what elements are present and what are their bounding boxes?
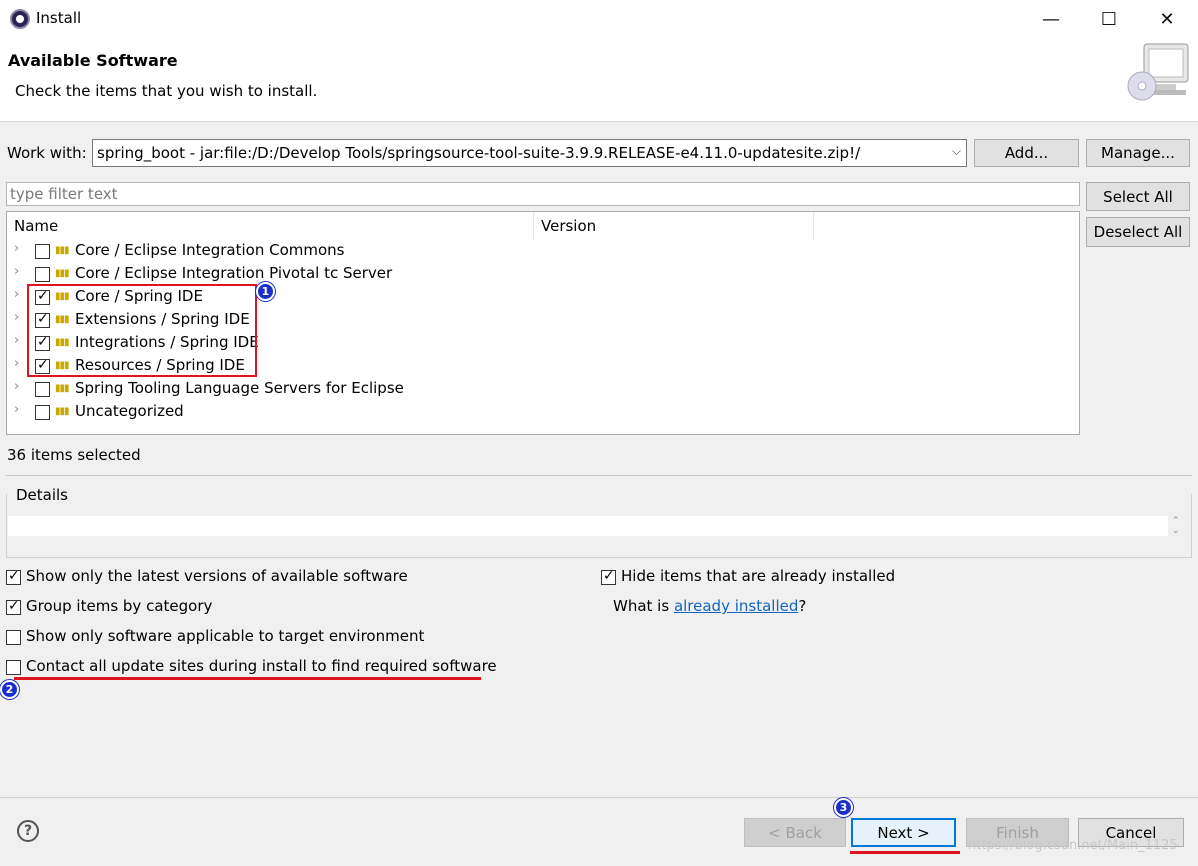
watermark-text: https://blog.csdn.net/Main_1125 (968, 838, 1178, 853)
column-header-version[interactable]: Version (534, 212, 814, 240)
footer-divider (0, 797, 1198, 798)
page-description: Check the items that you wish to install… (15, 82, 318, 100)
annotation-badge-2: 2 (0, 680, 19, 699)
package-icon: ▮▮▮ (55, 268, 69, 279)
chevron-right-icon[interactable]: › (14, 287, 19, 302)
latest-versions-label: Show only the latest versions of availab… (26, 567, 408, 585)
minimize-button[interactable]: — (1022, 0, 1080, 38)
tree-row[interactable]: › ▮▮▮ Core / Eclipse Integration Pivotal… (7, 263, 1079, 286)
work-with-combo[interactable]: spring_boot - jar:file:/D:/Develop Tools… (92, 139, 967, 167)
chevron-right-icon[interactable]: › (14, 264, 19, 279)
chevron-right-icon[interactable]: › (14, 310, 19, 325)
latest-versions-option[interactable]: Show only the latest versions of availab… (6, 567, 506, 589)
group-by-category-checkbox[interactable] (6, 598, 21, 615)
column-header-name[interactable]: Name (7, 212, 534, 240)
annotation-box-spring-ide (27, 284, 257, 377)
contact-sites-label: Contact all update sites during install … (26, 657, 497, 675)
details-label: Details (15, 486, 70, 504)
chevron-right-icon[interactable]: › (14, 379, 19, 394)
back-button[interactable]: < Back (744, 818, 846, 847)
row-label: Core / Eclipse Integration Pivotal tc Se… (75, 264, 393, 282)
manage-sites-button[interactable]: Manage... (1086, 139, 1190, 167)
row-checkbox[interactable] (35, 382, 50, 397)
select-all-button[interactable]: Select All (1086, 182, 1190, 211)
tree-row[interactable]: › ▮▮▮ Core / Eclipse Integration Commons (7, 240, 1079, 263)
close-button[interactable]: ✕ (1138, 0, 1196, 38)
title-bar (0, 0, 1198, 38)
annotation-badge-3: 3 (834, 798, 853, 817)
install-monitor-icon (1127, 43, 1189, 101)
scroll-arrows-icon[interactable]: ⌃ ⌄ (1172, 516, 1180, 536)
add-site-button[interactable]: Add... (974, 139, 1079, 167)
deselect-all-button[interactable]: Deselect All (1086, 217, 1190, 247)
page-title: Available Software (8, 51, 178, 70)
group-by-category-option[interactable]: Group items by category (6, 597, 506, 619)
target-env-label: Show only software applicable to target … (26, 627, 425, 645)
what-is-prefix: What is (613, 597, 674, 615)
contact-sites-checkbox[interactable] (6, 660, 21, 675)
package-icon: ▮▮▮ (55, 406, 69, 417)
row-checkbox[interactable] (35, 244, 50, 259)
maximize-button[interactable]: ☐ (1080, 0, 1138, 38)
latest-versions-checkbox[interactable] (6, 568, 21, 585)
help-icon[interactable]: ? (17, 820, 39, 842)
next-button[interactable]: Next > (851, 818, 956, 847)
row-checkbox[interactable] (35, 267, 50, 282)
work-with-value: spring_boot - jar:file:/D:/Develop Tools… (97, 144, 861, 162)
hide-installed-label: Hide items that are already installed (621, 567, 896, 585)
selected-count: 36 items selected (7, 446, 141, 464)
already-installed-link[interactable]: already installed (674, 597, 798, 615)
window-title: Install (36, 9, 82, 27)
header-banner (0, 38, 1198, 122)
filter-input[interactable] (6, 182, 1080, 206)
annotation-badge-1: 1 (256, 282, 275, 301)
hide-installed-option[interactable]: Hide items that are already installed (601, 567, 1001, 589)
target-env-option[interactable]: Show only software applicable to target … (6, 627, 506, 649)
chevron-right-icon[interactable]: › (14, 333, 19, 348)
details-text-area[interactable] (8, 516, 1168, 536)
annotation-underline-contact-sites (14, 677, 481, 680)
chevron-right-icon[interactable]: › (14, 241, 19, 256)
what-is-installed-text: What is already installed? (613, 597, 806, 615)
target-env-checkbox[interactable] (6, 630, 21, 645)
eclipse-app-icon (10, 9, 30, 29)
annotation-underline-next (850, 851, 960, 854)
tree-row[interactable]: › ▮▮▮ Spring Tooling Language Servers fo… (7, 378, 1079, 401)
chevron-right-icon[interactable]: › (14, 356, 19, 371)
package-icon: ▮▮▮ (55, 383, 69, 394)
group-by-category-label: Group items by category (26, 597, 213, 615)
hide-installed-checkbox[interactable] (601, 568, 616, 585)
row-label: Spring Tooling Language Servers for Ecli… (75, 379, 404, 397)
row-label: Core / Eclipse Integration Commons (75, 241, 345, 259)
contact-sites-option[interactable]: Contact all update sites during install … (6, 657, 506, 679)
package-icon: ▮▮▮ (55, 245, 69, 256)
work-with-label: Work with: (7, 144, 87, 162)
row-checkbox[interactable] (35, 405, 50, 420)
tree-row[interactable]: › ▮▮▮ Uncategorized (7, 401, 1079, 424)
what-is-suffix: ? (798, 597, 807, 615)
divider (6, 475, 1192, 476)
chevron-right-icon[interactable]: › (14, 402, 19, 417)
row-label: Uncategorized (75, 402, 184, 420)
chevron-down-icon[interactable]: ⌵ (952, 144, 961, 159)
